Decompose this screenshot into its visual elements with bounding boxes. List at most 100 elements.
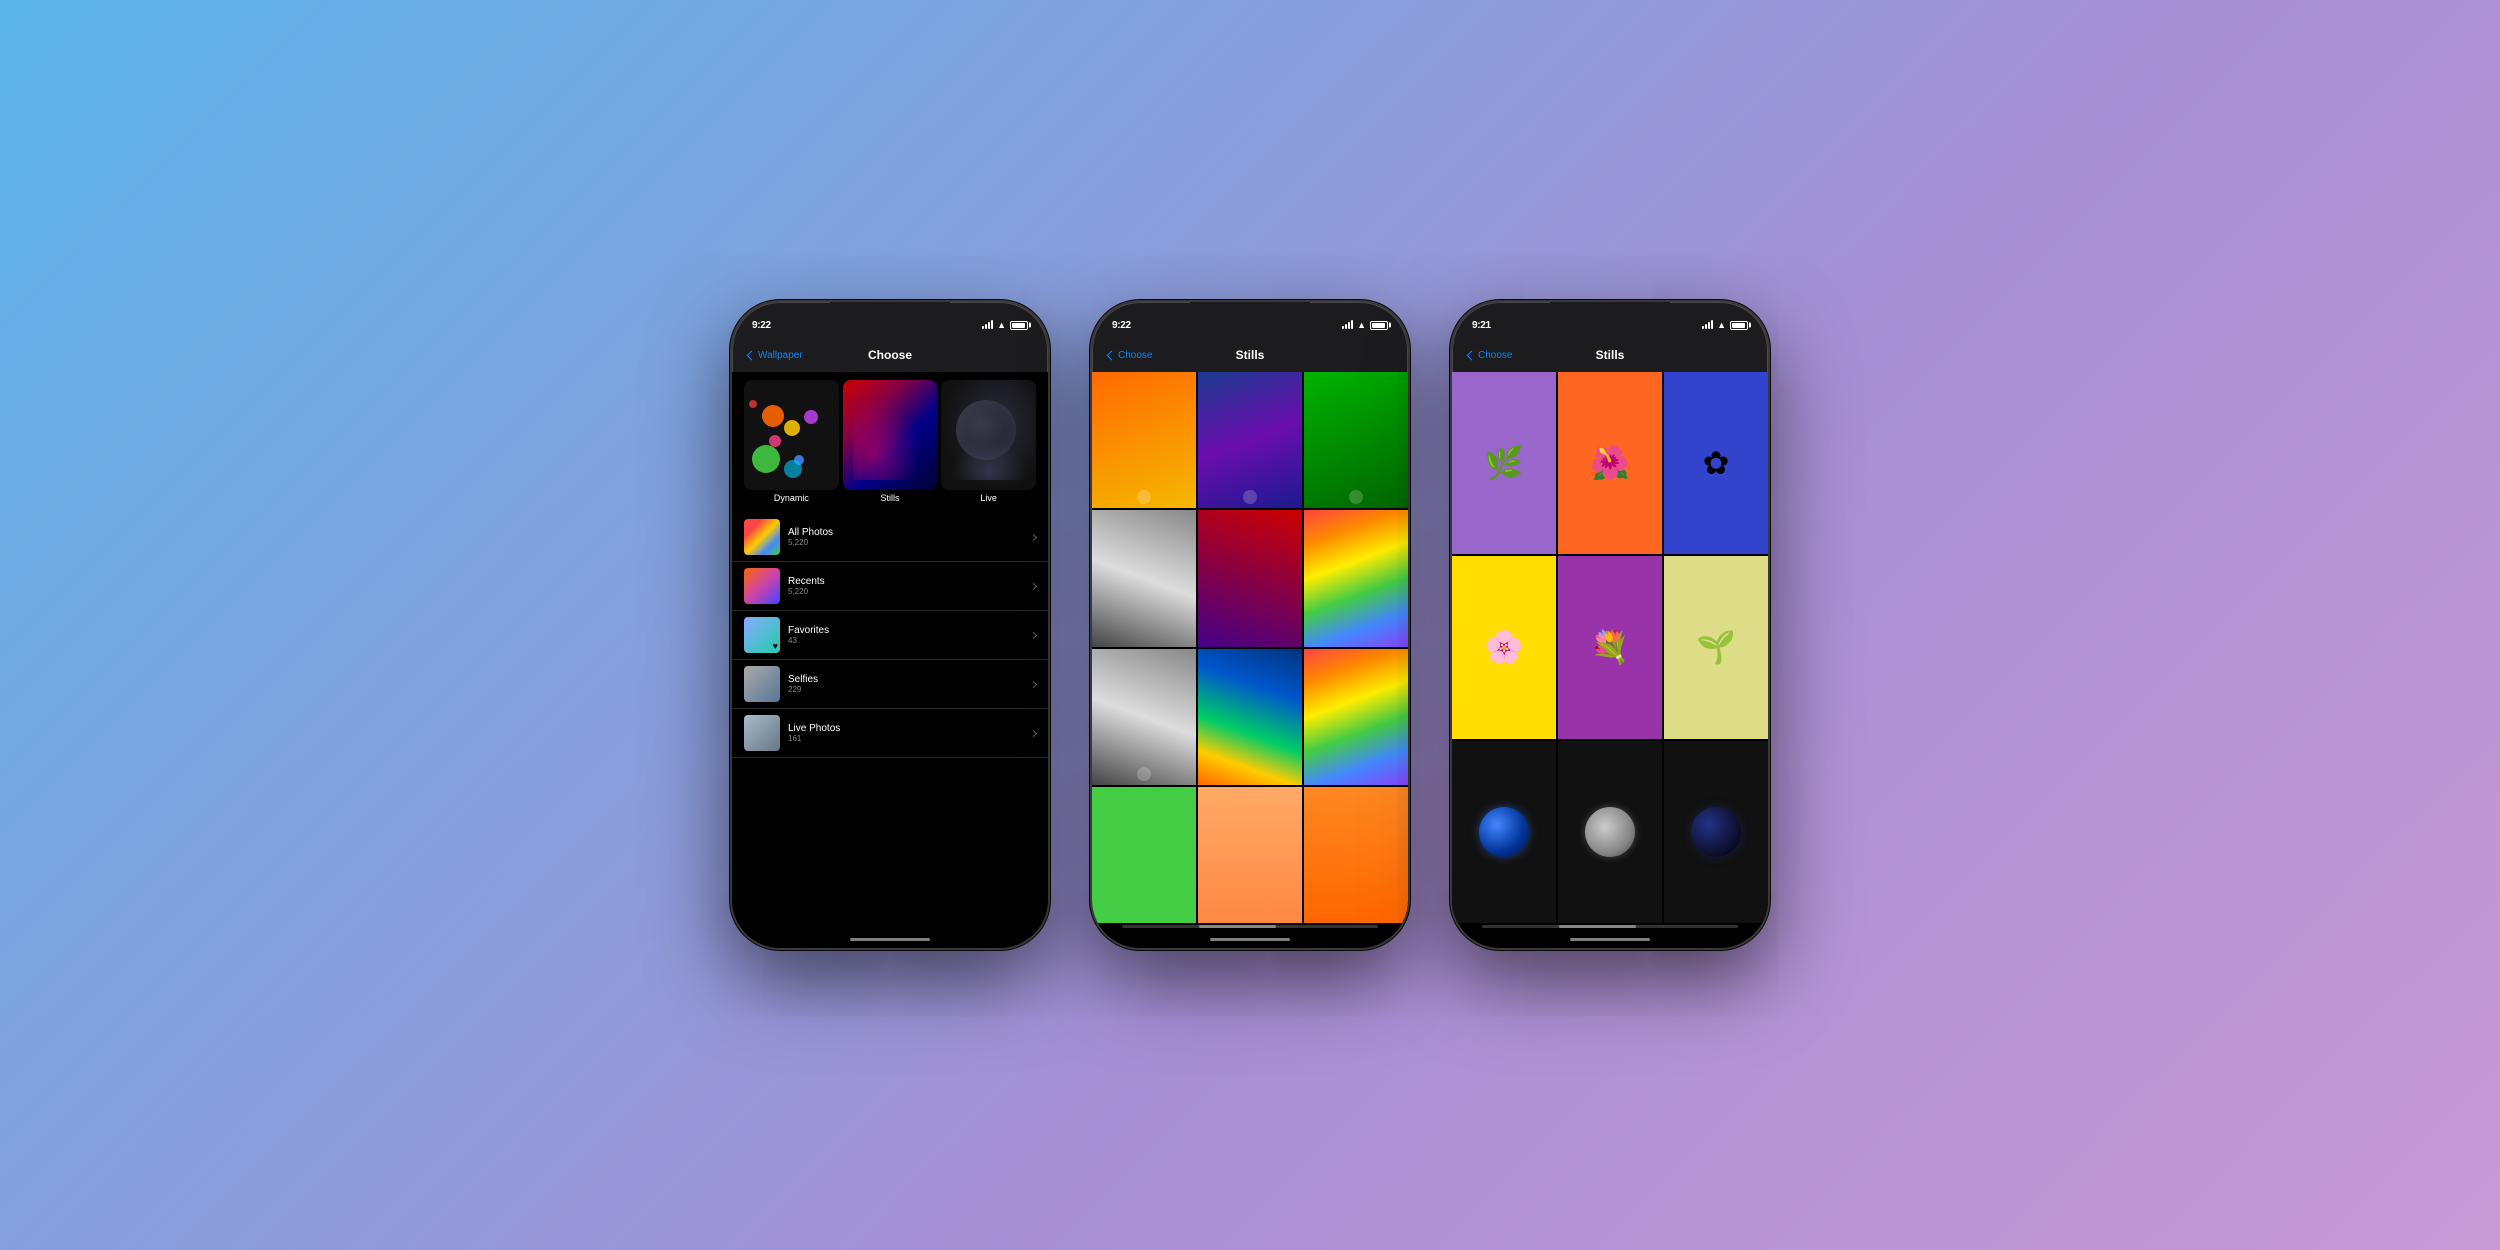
- wallpaper-preview-row: Dynamic Stills Live: [732, 372, 1048, 513]
- album-item-all-photos[interactable]: All Photos 5,220: [732, 513, 1048, 562]
- dark-mode-icon-2: [1349, 490, 1363, 504]
- flower-cell-6[interactable]: [1452, 741, 1556, 923]
- time-2: 9:22: [1112, 320, 1131, 331]
- flower-cell-8[interactable]: [1664, 741, 1768, 923]
- back-arrow-3: [1467, 350, 1477, 360]
- flower-cell-3[interactable]: 🌸: [1452, 556, 1556, 738]
- flower-cell-7[interactable]: [1558, 741, 1662, 923]
- wifi-icon-2: ▲: [1357, 320, 1366, 330]
- signal-icon-3: [1702, 321, 1713, 329]
- back-button-1[interactable]: Wallpaper: [748, 350, 803, 361]
- home-indicator-3: [1452, 930, 1768, 948]
- nav-bar-2: Choose Stills: [1092, 338, 1408, 372]
- stills-cell-1[interactable]: [1198, 372, 1302, 508]
- stills-cell-4[interactable]: [1198, 510, 1302, 646]
- stills-cell-2[interactable]: [1304, 372, 1408, 508]
- nav-title-3: Stills: [1596, 348, 1625, 362]
- flower-cell-0[interactable]: 🌿: [1452, 372, 1556, 554]
- stills-grid: [1092, 372, 1408, 923]
- album-name-selfies: Selfies: [788, 674, 1023, 685]
- stills-cell-10[interactable]: [1198, 787, 1302, 923]
- flower-emoji-1: 🌺: [1590, 444, 1630, 482]
- flower-emoji-2: ✿: [1703, 444, 1730, 482]
- flower-cell-2[interactable]: ✿: [1664, 372, 1768, 554]
- dark-mode-icon-1: [1243, 490, 1257, 504]
- status-icons-3: ▲: [1702, 320, 1748, 330]
- back-button-2[interactable]: Choose: [1108, 350, 1152, 361]
- album-list: All Photos 5,220 Recents 5,220 ♥ Favorit…: [732, 513, 1048, 930]
- flower-emoji-0: 🌿: [1484, 444, 1524, 482]
- stills-cell-6[interactable]: [1092, 649, 1196, 785]
- album-thumb-recents: [744, 568, 780, 604]
- phone-stills-dark: 9:22 ▲ Choose Stills: [1090, 300, 1410, 950]
- nav-title-1: Choose: [868, 348, 912, 362]
- back-arrow-1: [747, 350, 757, 360]
- back-arrow-2: [1107, 350, 1117, 360]
- flower-emoji-4: 💐: [1590, 628, 1630, 666]
- battery-icon: [1010, 321, 1028, 330]
- album-thumb-live: [744, 715, 780, 751]
- album-count-live: 161: [788, 734, 1023, 743]
- label-stills: Stills: [843, 490, 938, 509]
- wp-thumb-stills[interactable]: [843, 380, 938, 490]
- chevron-favorites: [1030, 631, 1037, 638]
- wifi-icon: ▲: [997, 320, 1006, 330]
- stills-cell-8[interactable]: [1304, 649, 1408, 785]
- album-name-recents: Recents: [788, 576, 1023, 587]
- album-count-favorites: 43: [788, 636, 1023, 645]
- scroll-indicator-3: [1482, 925, 1738, 928]
- back-button-3[interactable]: Choose: [1468, 350, 1512, 361]
- time-1: 9:22: [752, 320, 771, 331]
- battery-icon-3: [1730, 321, 1748, 330]
- album-name-favorites: Favorites: [788, 625, 1023, 636]
- notch-2: [1190, 302, 1310, 327]
- wp-thumb-live[interactable]: [941, 380, 1036, 490]
- screen-2: [1092, 372, 1408, 930]
- flower-emoji-5: 🌱: [1696, 628, 1736, 666]
- album-thumb-all-photos: [744, 519, 780, 555]
- flower-cell-4[interactable]: 💐: [1558, 556, 1662, 738]
- signal-icon-2: [1342, 321, 1353, 329]
- label-dynamic: Dynamic: [744, 490, 839, 509]
- notch: [830, 302, 950, 327]
- scroll-indicator-2: [1122, 925, 1378, 928]
- home-indicator-1: [732, 930, 1048, 948]
- notch-3: [1550, 302, 1670, 327]
- status-icons-1: ▲: [982, 320, 1028, 330]
- wp-category-live[interactable]: Live: [941, 380, 1036, 509]
- album-count-recents: 5,220: [788, 587, 1023, 596]
- album-thumb-favorites: ♥: [744, 617, 780, 653]
- wp-category-dynamic[interactable]: Dynamic: [744, 380, 839, 509]
- nav-title-2: Stills: [1236, 348, 1265, 362]
- stills-cell-9[interactable]: [1092, 787, 1196, 923]
- chevron-live: [1030, 729, 1037, 736]
- flower-cell-5[interactable]: 🌱: [1664, 556, 1768, 738]
- stills-cell-7[interactable]: [1198, 649, 1302, 785]
- album-count-selfies: 229: [788, 685, 1023, 694]
- earth-night-sphere: [1691, 807, 1741, 857]
- stills-cell-5[interactable]: [1304, 510, 1408, 646]
- flower-emoji-3: 🌸: [1484, 628, 1524, 666]
- wp-category-stills[interactable]: Stills: [843, 380, 938, 509]
- status-icons-2: ▲: [1342, 320, 1388, 330]
- stills-cell-11[interactable]: [1304, 787, 1408, 923]
- dark-mode-icon-6: [1137, 767, 1151, 781]
- signal-icon: [982, 321, 993, 329]
- album-item-favorites[interactable]: ♥ Favorites 43: [732, 611, 1048, 660]
- chevron-recents: [1030, 582, 1037, 589]
- wp-thumb-dynamic[interactable]: [744, 380, 839, 490]
- flower-grid: 🌿 🌺 ✿ 🌸 💐: [1452, 372, 1768, 923]
- chevron-all-photos: [1030, 533, 1037, 540]
- album-name-live: Live Photos: [788, 723, 1023, 734]
- phone-choose: 9:22 ▲ Wallpaper Choose: [730, 300, 1050, 950]
- dark-mode-icon-0: [1137, 490, 1151, 504]
- album-thumb-selfies: [744, 666, 780, 702]
- album-item-recents[interactable]: Recents 5,220: [732, 562, 1048, 611]
- nav-bar-1: Wallpaper Choose: [732, 338, 1048, 372]
- album-item-selfies[interactable]: Selfies 229: [732, 660, 1048, 709]
- album-item-live-photos[interactable]: Live Photos 161: [732, 709, 1048, 758]
- wifi-icon-3: ▲: [1717, 320, 1726, 330]
- stills-cell-3[interactable]: [1092, 510, 1196, 646]
- stills-cell-0[interactable]: [1092, 372, 1196, 508]
- flower-cell-1[interactable]: 🌺: [1558, 372, 1662, 554]
